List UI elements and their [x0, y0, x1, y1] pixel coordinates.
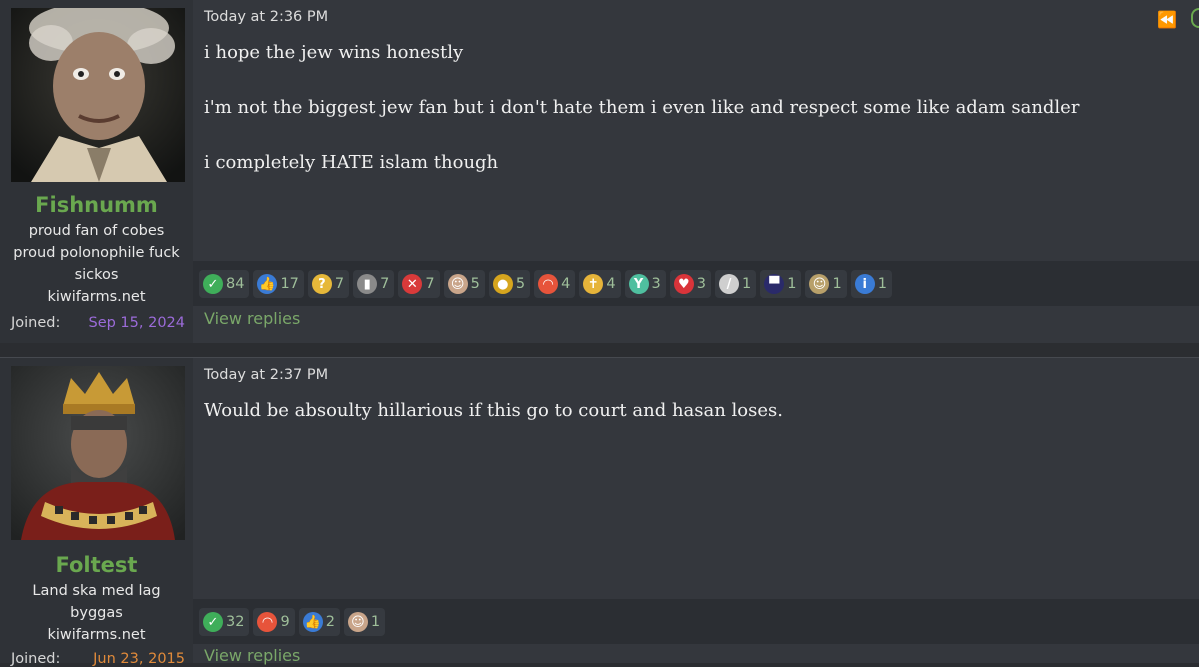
post-timestamp[interactable]: Today at 2:37 PM	[204, 367, 328, 383]
reaction-count: 1	[742, 276, 752, 292]
reaction-chip[interactable]: ☺ 1	[805, 270, 847, 298]
reaction-chip[interactable]: ♥ 3	[669, 270, 712, 298]
joined-label: Joined:	[11, 651, 61, 667]
thumbs-up-icon: 👍	[302, 612, 323, 632]
post-fishnumm: Fishnumm proud fan of cobes proud polono…	[0, 0, 1199, 343]
reaction-count: 17	[280, 276, 299, 292]
reaction-chip[interactable]: ✓ 32	[199, 608, 250, 636]
user-title: proud fan of cobes proud polonophile fuc…	[13, 223, 180, 283]
post-content: Today at 2:37 PM Would be absoulty hilla…	[193, 358, 1199, 665]
reaction-count: 5	[470, 276, 480, 292]
post-foltest: Foltest Land ska med lag byggas kiwifarm…	[0, 357, 1199, 667]
view-replies-link[interactable]: View replies	[204, 309, 300, 328]
heart-icon: ♥	[673, 274, 694, 294]
rewind-icon[interactable]: ⏪	[1157, 10, 1177, 29]
bone-icon: /	[719, 274, 740, 294]
info-icon: i	[854, 274, 875, 294]
reaction-bar: ✓ 32 ◠ 9 👍 2 ☺ 1	[193, 599, 1199, 644]
reaction-count: 7	[334, 276, 345, 292]
reactions-list: ✓ 84 👍 17? 7 ▮ 7 ✕ 7 ☺ 5 ● 5 ◠ 4 ✝ 4 Y 3 ♥ 3/1 ▀ 1 ☺ 1 i 1	[199, 270, 892, 298]
rainbow-icon: ◠	[538, 274, 559, 294]
face-icon: ☺	[347, 612, 368, 632]
reaction-count: 3	[696, 276, 707, 292]
reaction-chip[interactable]: ✓ 84	[199, 270, 250, 298]
user-title: Land ska med lag byggas	[32, 583, 161, 621]
reaction-chip[interactable]: ● 5	[488, 270, 531, 298]
post-timestamp[interactable]: Today at 2:36 PM	[204, 9, 328, 25]
reaction-chip[interactable]: 👍 17	[253, 270, 304, 298]
cross-icon: ✝	[583, 274, 604, 294]
reaction-chip[interactable]: ☺ 1	[343, 608, 386, 636]
reaction-chip[interactable]: ✝ 4	[579, 270, 621, 298]
reaction-count: 32	[226, 614, 245, 630]
joined-label: Joined:	[11, 315, 61, 331]
reaction-chip[interactable]: 👍 2	[298, 608, 340, 636]
reactions-list: ✓ 32 ◠ 9 👍 2 ☺ 1	[199, 608, 386, 636]
checkmark-icon: ✓	[203, 274, 223, 294]
reaction-chip[interactable]: Y3	[624, 270, 666, 298]
tombstone-icon: ▮	[357, 274, 378, 294]
user-info-panel: Foltest Land ska med lag byggas kiwifarm…	[0, 358, 193, 667]
user-info-panel: Fishnumm proud fan of cobes proud polono…	[0, 0, 193, 343]
post-content: Today at 2:36 PM ⏪ i hope the jew wins h…	[193, 0, 1199, 343]
cocktail-icon: Y	[628, 274, 649, 294]
thinking-face-icon: ?	[311, 274, 332, 294]
reaction-count: 1	[787, 276, 797, 292]
reaction-chip[interactable]: ◠ 4	[534, 270, 576, 298]
message-line: i completely HATE islam though	[204, 152, 499, 173]
reaction-chip[interactable]: i1	[850, 270, 892, 298]
thumbs-up-icon: 👍	[257, 274, 278, 294]
reaction-count: 1	[877, 276, 887, 292]
rainbow-icon: ◠	[257, 612, 278, 632]
reaction-count: 1	[832, 276, 842, 292]
x-mark-icon: ✕	[402, 274, 423, 294]
soldier-icon: ☺	[809, 274, 830, 294]
reaction-chip[interactable]: ▀ 1	[760, 270, 802, 298]
message-line: i hope the jew wins honestly	[204, 42, 464, 63]
avatar[interactable]	[11, 366, 185, 540]
message-line: i'm not the biggest jew fan but i don't …	[204, 97, 1080, 118]
site-label: kiwifarms.net	[47, 627, 146, 643]
medal-icon: ●	[492, 274, 513, 294]
username[interactable]: Foltest	[0, 553, 193, 577]
reaction-chip[interactable]: ? 7	[307, 270, 350, 298]
reaction-bar: ✓ 84 👍 17? 7 ▮ 7 ✕ 7 ☺ 5 ● 5 ◠ 4 ✝ 4 Y 3 ♥ 3/1 ▀ 1 ☺ 1 i 1	[193, 261, 1199, 306]
share-icon[interactable]	[1191, 8, 1199, 28]
view-replies-link[interactable]: View replies	[204, 646, 300, 665]
reaction-count: 2	[325, 614, 335, 630]
reaction-count: 9	[280, 614, 290, 630]
reaction-count: 4	[561, 276, 571, 292]
top-hat-icon: ▀	[764, 274, 785, 294]
reaction-chip[interactable]: ☺ 5	[443, 270, 485, 298]
username[interactable]: Fishnumm	[0, 193, 193, 217]
joined-date: Sep 15, 2024	[88, 315, 185, 331]
reaction-chip[interactable]: /1	[715, 270, 757, 298]
reaction-count: 7	[425, 276, 435, 292]
face-icon: ☺	[447, 274, 468, 294]
reaction-chip[interactable]: ◠ 9	[253, 608, 295, 636]
checkmark-icon: ✓	[203, 612, 223, 632]
avatar[interactable]	[11, 8, 185, 182]
reaction-count: 1	[370, 614, 381, 630]
reaction-count: 5	[515, 276, 526, 292]
joined-date: Jun 23, 2015	[93, 651, 185, 667]
reaction-count: 7	[380, 276, 390, 292]
reaction-count: 84	[226, 276, 245, 292]
reaction-count: 4	[606, 276, 616, 292]
site-label: kiwifarms.net	[47, 289, 146, 305]
reaction-chip[interactable]: ✕ 7	[398, 270, 440, 298]
reaction-chip[interactable]: ▮ 7	[353, 270, 395, 298]
reaction-count: 3	[651, 276, 661, 292]
message-line: Would be absoulty hillarious if this go …	[204, 400, 783, 421]
